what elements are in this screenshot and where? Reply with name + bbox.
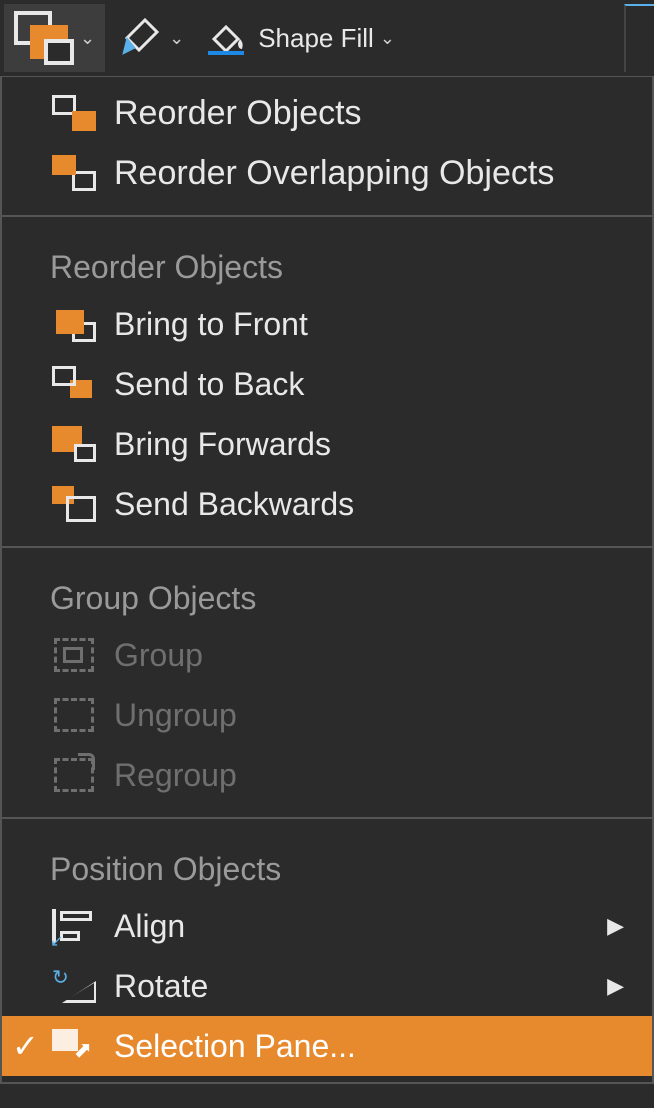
menu-item-label: Align	[114, 908, 607, 945]
menu-item-label: Group	[114, 637, 652, 674]
menu-item-rotate[interactable]: ↻ Rotate ▶	[2, 956, 652, 1016]
menu-item-label: Send Backwards	[114, 486, 652, 523]
menu-item-label: Ungroup	[114, 697, 652, 734]
shape-fill-button[interactable]: Shape Fill ⌄	[194, 4, 405, 72]
rotate-icon: ↻	[50, 966, 98, 1006]
brush-icon	[115, 14, 163, 62]
bring-forwards-icon	[50, 424, 98, 464]
menu-item-send-backwards[interactable]: Send Backwards	[2, 474, 652, 534]
menu-item-label: Reorder Overlapping Objects	[114, 154, 652, 193]
menu-item-ungroup: Ungroup	[2, 685, 652, 745]
selection-pane-icon: ⬈	[50, 1026, 98, 1066]
fill-bucket-icon	[204, 21, 248, 55]
menu-item-reorder-overlapping[interactable]: Reorder Overlapping Objects	[2, 143, 652, 203]
reorder-overlapping-icon	[50, 153, 98, 193]
format-painter-button[interactable]: ⌄	[105, 4, 194, 72]
section-heading-reorder: Reorder Objects	[2, 229, 652, 294]
menu-separator	[2, 546, 652, 548]
menu-separator	[2, 817, 652, 819]
arrange-icon	[14, 11, 74, 65]
submenu-arrow-icon: ▶	[607, 913, 624, 939]
section-heading-position: Position Objects	[2, 831, 652, 896]
chevron-down-icon: ⌄	[169, 28, 184, 49]
menu-item-label: Selection Pane...	[114, 1028, 652, 1065]
toolbar-overflow-edge[interactable]	[624, 4, 654, 72]
menu-item-regroup: Regroup	[2, 745, 652, 805]
menu-item-reorder-objects[interactable]: Reorder Objects	[2, 83, 652, 143]
chevron-down-icon: ⌄	[80, 28, 95, 49]
menu-item-label: Bring to Front	[114, 306, 652, 343]
menu-separator	[2, 215, 652, 217]
menu-item-label: Send to Back	[114, 366, 652, 403]
reorder-icon	[50, 93, 98, 133]
ungroup-icon	[50, 695, 98, 735]
menu-item-label: Rotate	[114, 968, 607, 1005]
shape-fill-label: Shape Fill	[258, 23, 374, 54]
submenu-arrow-icon: ▶	[607, 973, 624, 999]
checkmark-icon: ✓	[12, 1027, 39, 1065]
arrange-dropdown-menu: Reorder Objects Reorder Overlapping Obje…	[0, 76, 654, 1084]
menu-item-label: Bring Forwards	[114, 426, 652, 463]
arrange-button[interactable]: ⌄	[4, 4, 105, 72]
chevron-down-icon: ⌄	[380, 28, 395, 49]
send-backwards-icon	[50, 484, 98, 524]
toolbar: ⌄ ⌄ Shape Fill ⌄	[0, 0, 654, 76]
align-icon: ↙	[50, 906, 98, 946]
bring-to-front-icon	[50, 304, 98, 344]
send-to-back-icon	[50, 364, 98, 404]
menu-item-label: Regroup	[114, 757, 652, 794]
menu-item-send-to-back[interactable]: Send to Back	[2, 354, 652, 414]
menu-item-bring-forwards[interactable]: Bring Forwards	[2, 414, 652, 474]
menu-item-group: Group	[2, 625, 652, 685]
menu-item-align[interactable]: ↙ Align ▶	[2, 896, 652, 956]
regroup-icon	[50, 755, 98, 795]
group-icon	[50, 635, 98, 675]
menu-item-label: Reorder Objects	[114, 94, 652, 133]
section-heading-group: Group Objects	[2, 560, 652, 625]
menu-item-selection-pane[interactable]: ✓ ⬈ Selection Pane...	[2, 1016, 652, 1076]
menu-item-bring-to-front[interactable]: Bring to Front	[2, 294, 652, 354]
